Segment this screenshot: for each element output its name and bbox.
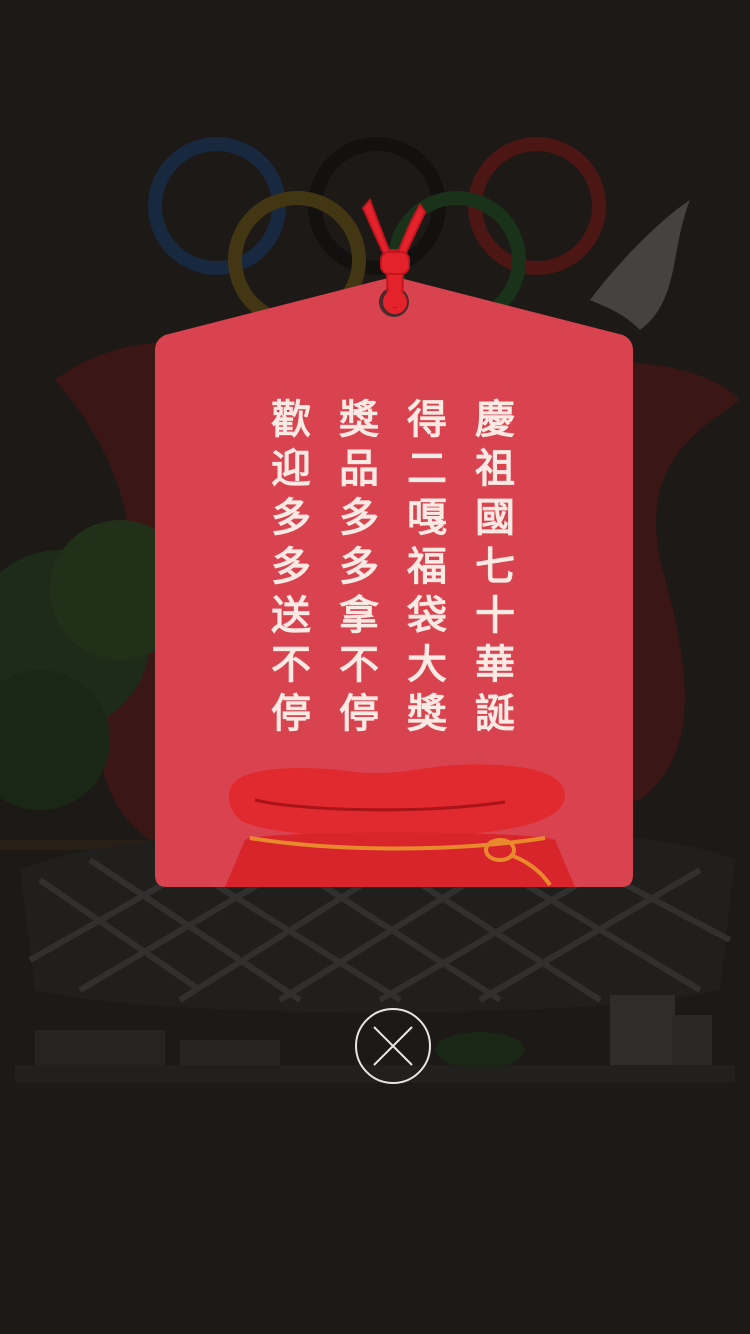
blessing-text: 慶祖國七十華誕 得二嘎福袋大獎 獎品多多拿不停 歡迎多多送不停 <box>155 395 633 737</box>
close-icon <box>373 1026 413 1066</box>
blessing-column-3: 獎品多多拿不停 <box>339 396 379 737</box>
close-button[interactable] <box>355 1008 431 1084</box>
prize-card: 慶祖國七十華誕 得二嘎福袋大獎 獎品多多拿不停 歡迎多多送不停 <box>155 190 633 890</box>
blessing-column-4: 歡迎多多送不停 <box>271 396 311 737</box>
blessing-column-2: 得二嘎福袋大獎 <box>407 396 447 737</box>
money-bag-icon <box>225 764 575 887</box>
blessing-column-1: 慶祖國七十華誕 <box>475 396 515 737</box>
